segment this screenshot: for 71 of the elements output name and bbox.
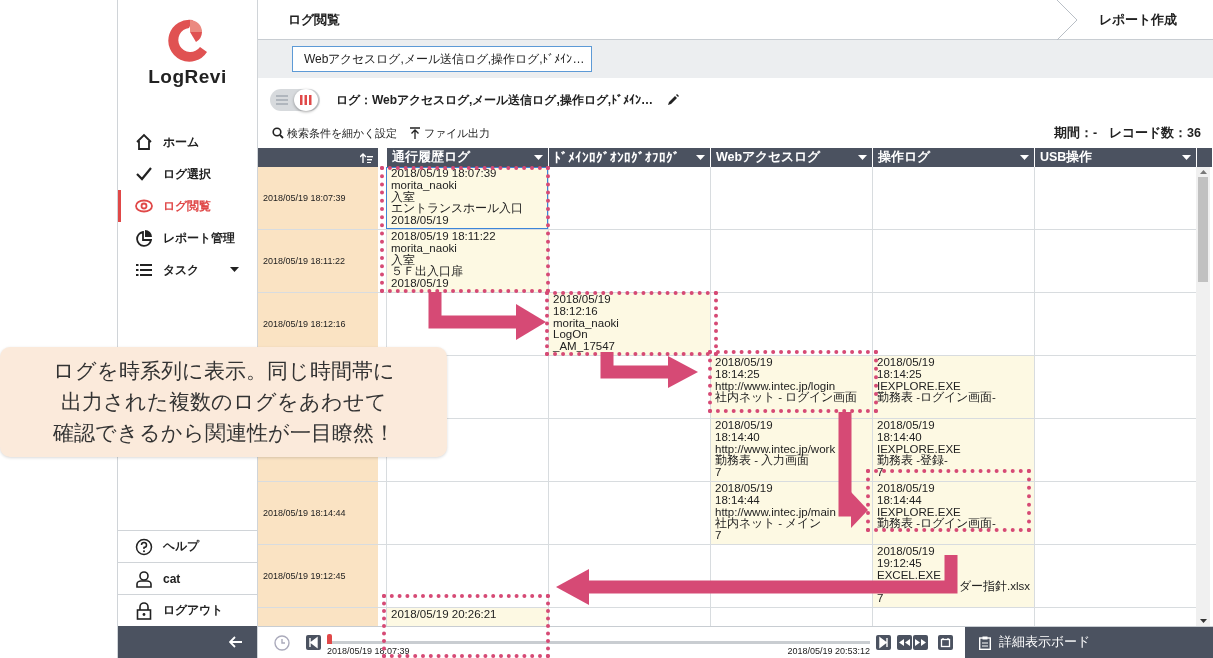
caret-icon xyxy=(696,154,705,161)
skip-end-icon[interactable] xyxy=(876,635,891,650)
detail-board-button[interactable]: 詳細表示ボード xyxy=(965,627,1213,658)
calendar-icon[interactable] xyxy=(938,635,953,650)
timeline-end: 2018/05/19 20:53:12 xyxy=(787,645,870,656)
timeline-thumb[interactable] xyxy=(327,633,332,644)
user-icon xyxy=(135,569,153,588)
page-title: ログ閲覧 xyxy=(287,10,340,29)
row-header: 2018/05/19 18:11:22 xyxy=(258,230,378,292)
filter-field[interactable]: Webアクセスログ,メール送信ログ,操作ログ,ﾄﾞﾒｲﾝ… xyxy=(292,46,592,72)
log-entry: 2018/05/19 18:14:25 http://www.intec.jp/login 社内ネット - ログイン画面 xyxy=(710,356,872,418)
log-entry: 2018/05/19 18:14:25 IEXPLORE.EXE 勤務表 -ログイン画面- xyxy=(872,356,1034,418)
chevron-divider-icon xyxy=(1057,0,1079,40)
upload-icon xyxy=(409,127,421,139)
scrollbar[interactable] xyxy=(1196,167,1210,626)
log-entry: 2018/05/19 18:12:16 morita_naoki LogOn _AM_17547 xyxy=(548,293,710,355)
row-header: 2018/05/19 18:14:44 xyxy=(258,482,378,544)
log-entry: 2018/05/19 18:07:39 morita_naoki 入室 エントランスホール入口 2018/05/19 xyxy=(386,167,548,229)
column-header[interactable]: Webアクセスログ xyxy=(710,148,872,167)
scroll-down-icon xyxy=(1199,619,1207,623)
sidebar-item[interactable]: cat xyxy=(118,562,257,594)
nav-item[interactable]: レポート管理 xyxy=(118,222,257,254)
search-icon xyxy=(272,127,284,139)
nav-item[interactable]: タスク xyxy=(118,254,257,286)
log-entry: 2018/05/19 18:14:44 IEXPLORE.EXE 勤務表 -ログイン画面- xyxy=(872,482,1034,544)
column-header[interactable]: ﾄﾞﾒｲﾝﾛｸﾞｵﾝﾛｸﾞｵﾌﾛｸﾞ xyxy=(548,148,710,167)
checkmark-icon xyxy=(135,165,153,183)
skip-start-icon[interactable] xyxy=(306,635,321,650)
sidebar-item[interactable]: ヘルプ xyxy=(118,530,257,562)
scroll-thumb[interactable] xyxy=(1198,177,1208,282)
logo-text: LogRevi xyxy=(148,66,227,88)
fast-forward-icon[interactable] xyxy=(913,635,928,650)
column-header[interactable]: 通行履歴ログ xyxy=(386,148,548,167)
log-entry: 2018/05/19 18:14:40 IEXPLORE.EXE 勤務表 -登録- 7 xyxy=(872,419,1034,481)
caret-icon xyxy=(858,154,867,161)
column-header[interactable] xyxy=(258,148,378,167)
log-entry: 2018/05/19 18:14:40 http://www.intec.jp/work 勤務表 - 入力画面 7 xyxy=(710,419,872,481)
clipboard-icon xyxy=(979,635,991,650)
row-header: 2018/05/19 19:12:45 xyxy=(258,545,378,607)
callout: ログを時系列に表示。同じ時間帯に 出力された複数のログをあわせて 確認できるから関連性が一目瞭然！ xyxy=(0,347,447,457)
home-icon xyxy=(135,133,153,151)
nav-item[interactable]: ログ選択 xyxy=(118,158,257,190)
caret-icon xyxy=(534,154,543,161)
view-toggle[interactable] xyxy=(270,89,320,111)
nav-item[interactable]: ホーム xyxy=(118,126,257,158)
list-icon xyxy=(135,261,153,279)
step-link[interactable]: レポート作成 xyxy=(1079,10,1213,29)
period-label: 期間：- xyxy=(1053,124,1098,142)
tool-button[interactable]: 検索条件を細かく設定 xyxy=(272,125,397,141)
row-header: 2018/05/19 18:07:39 xyxy=(258,167,378,229)
caret-icon xyxy=(1182,154,1191,161)
column-header[interactable]: 操作ログ xyxy=(872,148,1034,167)
record-count: レコード数：36 xyxy=(1109,124,1201,142)
eye-icon xyxy=(135,197,153,215)
rewind-icon[interactable] xyxy=(897,635,912,650)
column-header[interactable]: USB操作 xyxy=(1034,148,1196,167)
help-icon xyxy=(135,537,153,556)
log-entry: 2018/05/19 18:14:44 http://www.intec.jp/main 社内ネット - メイン 7 xyxy=(710,482,872,544)
clock-icon xyxy=(274,634,290,651)
arrow-left-icon xyxy=(229,636,243,648)
scroll-up-icon xyxy=(1199,170,1207,174)
tool-button[interactable]: ファイル出力 xyxy=(409,125,490,141)
log-entry: 2018/05/19 20:26:21 xyxy=(386,608,548,626)
timeline-start: 2018/05/19 18:07:39 xyxy=(327,645,410,656)
caret-icon xyxy=(1020,154,1029,161)
pie-chart-icon xyxy=(135,229,153,247)
lock-icon xyxy=(135,601,153,620)
pencil-icon[interactable] xyxy=(667,94,680,106)
sort-icon xyxy=(360,152,373,163)
log-title: ログ：Webアクセスログ,メール送信ログ,操作ログ,ﾄﾞﾒｲﾝ… xyxy=(336,91,654,109)
log-entry: 2018/05/19 18:11:22 morita_naoki 入室 ５Ｆ出入口扉 2018/05/19 xyxy=(386,230,548,292)
